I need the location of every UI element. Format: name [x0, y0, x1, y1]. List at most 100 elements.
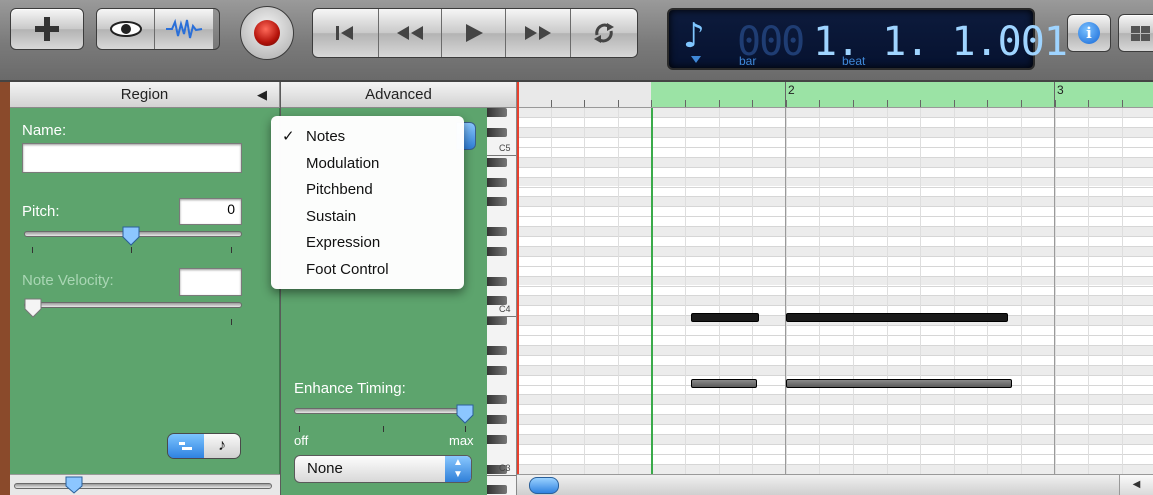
black-key[interactable] — [487, 316, 507, 326]
fast-forward-button[interactable] — [505, 9, 572, 57]
ruler-tick — [920, 100, 921, 107]
pitch-field[interactable]: 0 — [179, 198, 242, 225]
black-key[interactable] — [487, 484, 507, 494]
lcd-display[interactable]: ♪ 000 1. 1. 1.001 bar beat — [667, 8, 1068, 70]
grid-row-line — [517, 295, 1153, 297]
plus-icon — [35, 17, 59, 41]
velocity-slider[interactable] — [24, 302, 242, 308]
rewind-icon — [396, 26, 423, 40]
collapse-arrow-icon[interactable]: ◀ — [257, 87, 267, 103]
grid-row-line — [517, 176, 1153, 178]
pitch-slider-thumb[interactable] — [122, 226, 140, 246]
rewind-button[interactable] — [378, 9, 443, 57]
view-button[interactable] — [97, 9, 155, 49]
black-key[interactable] — [487, 276, 507, 286]
grid-row-line — [517, 404, 1153, 406]
black-key[interactable] — [487, 435, 507, 444]
piano-keyboard[interactable]: C5 C4 C3 — [487, 108, 517, 495]
score-view-button[interactable]: ♪ — [204, 434, 240, 458]
black-key[interactable] — [487, 395, 507, 405]
timing-popup[interactable]: None ▲ ▼ — [294, 455, 472, 483]
menu-item-sustain[interactable]: Sustain — [271, 204, 464, 231]
zoom-slider-thumb[interactable] — [65, 476, 83, 495]
transport-controls — [312, 8, 638, 58]
menu-item-expression[interactable]: Expression — [271, 230, 464, 257]
velocity-slider-thumb[interactable] — [24, 298, 42, 318]
cycle-region[interactable] — [651, 82, 1153, 107]
grid-beat-line — [954, 108, 955, 474]
grid-beat-line — [1122, 108, 1123, 474]
black-key[interactable] — [487, 415, 507, 425]
enhance-timing-thumb[interactable] — [456, 404, 474, 424]
menu-item-modulation[interactable]: Modulation — [271, 151, 464, 178]
black-key[interactable] — [487, 345, 507, 355]
add-track-button[interactable] — [10, 8, 84, 50]
grid-row-line — [517, 354, 1153, 356]
grid-beat-line — [752, 108, 753, 474]
grid-row-line — [517, 364, 1153, 366]
region-tab[interactable]: Region ◀ — [10, 82, 280, 108]
ruler-tick — [1088, 100, 1089, 107]
grid-beat-line — [584, 108, 585, 474]
midi-note[interactable] — [691, 379, 757, 388]
ruler-bar-tick — [1054, 82, 1055, 107]
zoom-slider[interactable] — [14, 483, 272, 489]
menu-item-notes[interactable]: ✓ Notes — [271, 124, 464, 151]
menu-item-foot-control[interactable]: Foot Control — [271, 257, 464, 284]
tuner-button[interactable] — [155, 9, 213, 49]
grid-row-line — [517, 206, 1153, 208]
ruler-tick — [685, 100, 686, 107]
grid-beat-line — [887, 108, 888, 474]
ruler-bar-number: 3 — [1057, 83, 1064, 97]
grid-black-row — [517, 394, 1153, 405]
midi-note[interactable] — [691, 313, 759, 322]
scrollbar-thumb[interactable] — [529, 477, 559, 494]
midi-note[interactable] — [786, 379, 1012, 388]
toolbar: ♪ 000 1. 1. 1.001 bar beat i — [0, 0, 1153, 82]
horizontal-scrollbar[interactable]: ◀ — [517, 474, 1153, 495]
grid-row-line — [517, 275, 1153, 277]
music-note-icon: ♪ — [218, 437, 226, 454]
pitch-tick — [131, 247, 132, 253]
play-button[interactable] — [442, 9, 506, 57]
ruler-tick — [1021, 100, 1022, 107]
menu-item-label: Sustain — [306, 207, 357, 225]
black-key[interactable] — [487, 108, 507, 118]
grid-beat-line — [987, 108, 988, 474]
ruler-tick — [1122, 100, 1123, 107]
waveform-icon — [166, 18, 203, 39]
info-button[interactable]: i — [1067, 14, 1111, 52]
checkmark-icon: ✓ — [282, 128, 295, 145]
name-field[interactable] — [22, 143, 242, 173]
record-button[interactable] — [240, 6, 294, 60]
grid-row-line — [517, 245, 1153, 247]
playhead[interactable] — [517, 82, 519, 474]
fast-forward-icon — [525, 26, 552, 40]
lcd-mode-dropdown-icon[interactable] — [691, 56, 701, 63]
grid-row-line — [517, 166, 1153, 168]
black-key[interactable] — [487, 246, 507, 256]
timeline-ruler[interactable]: 23 — [517, 82, 1153, 108]
black-key[interactable] — [487, 128, 507, 138]
advanced-tab[interactable]: Advanced — [281, 82, 517, 108]
note-grid[interactable] — [517, 108, 1153, 474]
scroll-left-button[interactable]: ◀ — [1119, 475, 1153, 495]
black-key[interactable] — [487, 365, 507, 375]
enhance-timing-slider[interactable] — [294, 408, 472, 414]
black-key[interactable] — [487, 227, 507, 237]
velocity-field[interactable] — [179, 268, 242, 296]
menu-item-pitchbend[interactable]: Pitchbend — [271, 177, 464, 204]
view-mode-toggle[interactable]: ♪ — [167, 433, 241, 459]
go-to-start-button[interactable] — [313, 9, 379, 57]
piano-roll-editor-window: ♪ 000 1. 1. 1.001 bar beat i Region ◀ Ad… — [0, 0, 1153, 495]
piano-roll-view-button[interactable] — [168, 434, 204, 458]
play-icon — [465, 24, 483, 42]
media-browser-button[interactable] — [1118, 14, 1153, 52]
black-key[interactable] — [487, 177, 507, 187]
black-key[interactable] — [487, 157, 507, 167]
midi-note[interactable] — [786, 313, 1008, 322]
octave-label: C4 — [499, 304, 511, 314]
black-key[interactable] — [487, 197, 507, 207]
grid-bar-line — [785, 108, 786, 474]
cycle-button[interactable] — [571, 9, 637, 57]
